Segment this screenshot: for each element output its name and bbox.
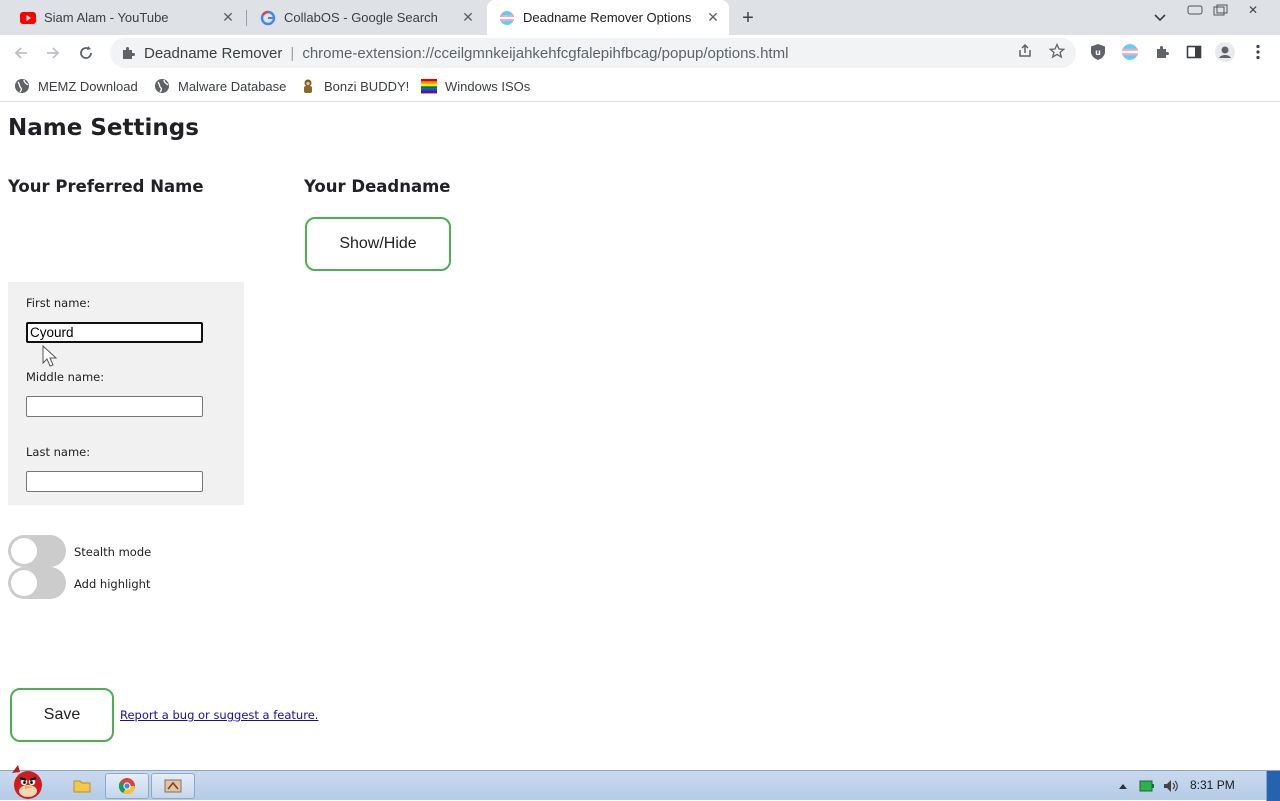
svg-text:u: u xyxy=(1095,48,1101,57)
close-window-button[interactable]: ✕ xyxy=(1238,0,1268,20)
close-icon[interactable]: ✕ xyxy=(220,9,236,26)
app-window-icon xyxy=(164,779,182,793)
restore-button[interactable] xyxy=(1206,0,1236,20)
report-bug-link[interactable]: Report a bug or suggest a feature. xyxy=(120,708,318,722)
taskbar-clock[interactable]: 8:31 PM xyxy=(1190,778,1235,792)
trans-flag-icon xyxy=(500,10,514,25)
deadname-heading: Your Deadname xyxy=(304,177,451,196)
address-bar[interactable]: Deadname Remover | chrome-extension://cc… xyxy=(110,38,1076,68)
tab-title: Siam Alam - YouTube xyxy=(44,10,169,25)
bookmark-label: Windows ISOs xyxy=(445,78,531,94)
taskbar-app-window[interactable] xyxy=(151,773,195,799)
reload-button[interactable] xyxy=(73,40,99,66)
bookmark-label: MEMZ Download xyxy=(38,78,138,94)
bookmark-label: Bonzi BUDDY! xyxy=(324,78,410,94)
tab-youtube[interactable]: Siam Alam - YouTube ✕ xyxy=(8,0,244,35)
folder-icon xyxy=(73,780,91,793)
taskbar-file-explorer[interactable] xyxy=(60,773,104,799)
extensions-icon[interactable] xyxy=(1152,42,1172,62)
deadname-extension-icon[interactable] xyxy=(1120,42,1140,62)
ublock-icon[interactable]: u xyxy=(1088,42,1108,62)
globe-icon xyxy=(15,79,29,93)
profile-avatar-icon[interactable] xyxy=(1215,42,1235,62)
forward-button[interactable] xyxy=(40,40,66,66)
add-highlight-label: Add highlight xyxy=(74,577,151,591)
share-icon[interactable] xyxy=(1016,42,1034,60)
bookmark-memz-download[interactable]: MEMZ Download xyxy=(14,76,138,96)
tab-strip: Siam Alam - YouTube ✕ CollabOS - Google … xyxy=(0,0,1280,35)
last-name-label: Last name: xyxy=(26,445,91,459)
tab-title: CollabOS - Google Search xyxy=(284,10,438,25)
bookmarks-bar: MEMZ Download Malware Database Bonzi BUD… xyxy=(0,70,1280,102)
bookmark-windows-isos[interactable]: Windows ISOs xyxy=(421,76,530,96)
menu-kebab-icon[interactable] xyxy=(1248,42,1268,62)
tab-google[interactable]: CollabOS - Google Search ✕ xyxy=(248,0,484,35)
url-text: chrome-extension://cceilgmnkeijahkehfcgf… xyxy=(302,44,789,62)
taskbar-chrome[interactable] xyxy=(105,773,149,799)
globe-icon xyxy=(155,79,169,93)
preferred-name-heading: Your Preferred Name xyxy=(8,177,204,196)
stealth-mode-toggle[interactable] xyxy=(8,535,66,567)
puzzle-icon xyxy=(123,47,135,59)
close-icon[interactable]: ✕ xyxy=(705,9,721,26)
mouse-pointer-icon xyxy=(42,345,58,367)
preferred-name-form: First name: Cyourd Middle name: Last nam… xyxy=(8,282,244,505)
side-panel-icon[interactable] xyxy=(1184,42,1204,62)
bonzi-icon xyxy=(304,79,312,93)
volume-icon[interactable] xyxy=(1162,777,1180,795)
tray-expand-icon[interactable] xyxy=(1114,777,1132,795)
options-page: Name Settings Your Preferred Name Your D… xyxy=(0,103,1280,770)
first-name-field[interactable]: Cyourd xyxy=(26,322,203,343)
taskbar: 8:31 PM xyxy=(0,765,1280,801)
bookmark-label: Malware Database xyxy=(178,78,287,94)
omnibox-separator: | xyxy=(290,44,295,62)
back-arrow-icon xyxy=(14,47,27,59)
youtube-icon xyxy=(20,11,36,24)
toggle-knob xyxy=(11,570,37,596)
first-name-label: First name: xyxy=(26,296,91,310)
show-desktop-button[interactable] xyxy=(1266,771,1280,801)
back-button[interactable] xyxy=(8,40,34,66)
show-hide-button[interactable]: Show/Hide xyxy=(305,217,451,271)
bookmark-bonzi-buddy[interactable]: Bonzi BUDDY! xyxy=(300,76,409,96)
battery-icon[interactable] xyxy=(1138,777,1156,795)
page-title: Name Settings xyxy=(8,115,199,141)
close-icon[interactable]: ✕ xyxy=(460,9,476,26)
browser-toolbar: Deadname Remover | chrome-extension://cc… xyxy=(0,35,1280,70)
add-highlight-toggle[interactable] xyxy=(8,567,66,599)
tab-divider xyxy=(246,10,247,26)
forward-arrow-icon xyxy=(47,47,60,59)
save-button[interactable]: Save xyxy=(10,688,114,742)
tab-title: Deadname Remover Options xyxy=(523,10,692,25)
toggle-knob xyxy=(11,538,37,564)
chrome-icon xyxy=(118,778,135,795)
middle-name-label: Middle name: xyxy=(26,370,105,384)
middle-name-field[interactable] xyxy=(26,396,203,417)
google-icon xyxy=(260,10,276,25)
bookmark-malware-database[interactable]: Malware Database xyxy=(154,76,286,96)
new-tab-button[interactable]: + xyxy=(736,6,760,30)
tab-deadname-options[interactable]: Deadname Remover Options ✕ xyxy=(487,0,729,35)
start-button-angry-bird-icon[interactable] xyxy=(4,763,52,801)
extension-name: Deadname Remover xyxy=(144,44,283,62)
chevron-down-icon[interactable] xyxy=(1150,8,1170,28)
rainbow-flag-icon xyxy=(421,79,437,94)
last-name-field[interactable] xyxy=(26,471,203,492)
reload-icon xyxy=(80,46,92,59)
stealth-mode-label: Stealth mode xyxy=(74,545,152,559)
star-icon[interactable] xyxy=(1048,42,1066,60)
